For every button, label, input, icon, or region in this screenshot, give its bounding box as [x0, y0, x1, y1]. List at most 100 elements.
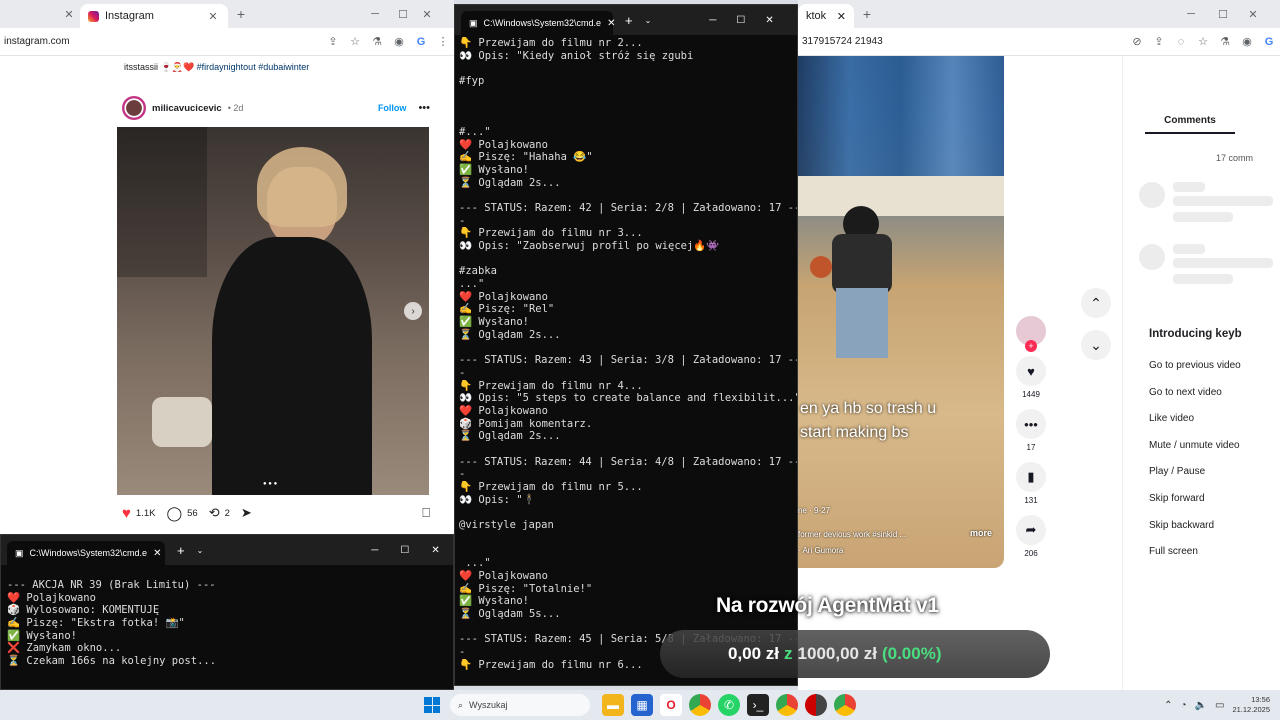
new-tab-icon[interactable]: +: [625, 13, 633, 28]
close-window-icon[interactable]: ✕: [1246, 7, 1260, 21]
chevron-down-icon[interactable]: ⌄: [645, 16, 652, 25]
cmd-main-tab[interactable]: ▣ C:\Windows\System32\cmd.e ✕: [461, 11, 615, 35]
clock[interactable]: 13:56 21.12.2025: [1232, 695, 1270, 715]
next-video-button[interactable]: ⌄: [1081, 330, 1111, 360]
shortcut-item: Go to next video: [1149, 386, 1222, 398]
video-player[interactable]: en ya hb so trash u start making bs ne ·…: [798, 56, 1004, 568]
close-tab-icon[interactable]: ✕: [206, 9, 220, 23]
shortcut-item: Go to previous video: [1149, 360, 1241, 371]
video-caption-line-1: en ya hb so trash u: [800, 400, 937, 417]
share-icon[interactable]: ➦: [1016, 515, 1046, 545]
battery-icon[interactable]: ▭: [1215, 700, 1224, 711]
new-tab-icon[interactable]: +: [860, 6, 874, 22]
follow-plus-icon[interactable]: +: [1025, 340, 1037, 352]
video-description: former devious work #sinkid ...: [798, 530, 907, 539]
minimize-icon[interactable]: ─: [368, 7, 382, 21]
hide-icon[interactable]: ◌: [1174, 35, 1188, 49]
share-action[interactable]: ➦ 206: [1016, 515, 1046, 558]
close-window-icon[interactable]: ✕: [431, 545, 439, 556]
post-image[interactable]: › ● ● ●: [117, 127, 429, 495]
whatsapp-icon[interactable]: ✆: [718, 694, 740, 716]
chrome-icon[interactable]: [776, 694, 798, 716]
terminal-icon[interactable]: ›_: [747, 694, 769, 716]
cmd-small-tab[interactable]: ▣ C:\Windows\System32\cmd.e ✕: [7, 541, 165, 565]
google-icon[interactable]: G: [1262, 35, 1276, 49]
install-icon[interactable]: ⇪: [326, 35, 340, 49]
heart-icon[interactable]: ♥: [1016, 356, 1046, 386]
wifi-icon[interactable]: ◔: [1181, 700, 1187, 711]
post-username[interactable]: milicavucicevic: [152, 103, 222, 114]
eye-off-icon[interactable]: ⊘: [1130, 35, 1144, 49]
tab-instagram[interactable]: Instagram ✕: [80, 4, 228, 28]
star-icon[interactable]: ☆: [1196, 35, 1210, 49]
repost-icon[interactable]: ⟲: [209, 505, 220, 521]
comments-panel: Comments 17 comm Introducing keyb Go to …: [1122, 56, 1280, 690]
close-window-icon[interactable]: ✕: [420, 7, 434, 21]
maximize-icon[interactable]: ☐: [400, 545, 409, 556]
avatar[interactable]: [122, 96, 146, 120]
star-icon[interactable]: ☆: [348, 35, 362, 49]
chevron-down-icon[interactable]: ⌄: [197, 546, 204, 555]
opera-icon[interactable]: O: [660, 694, 682, 716]
store-icon[interactable]: ▦: [631, 694, 653, 716]
chevron-up-icon[interactable]: ⌃: [1164, 700, 1172, 711]
save-action[interactable]: ▮ 131: [1016, 462, 1046, 505]
console-line: ❤️ Polajkowano: [459, 404, 548, 417]
chrome-profile-icon[interactable]: [805, 694, 827, 716]
speaker-icon[interactable]: 🔈: [1195, 700, 1207, 711]
next-image-icon[interactable]: ›: [404, 302, 422, 320]
google-icon[interactable]: G: [414, 35, 428, 49]
file-explorer-icon[interactable]: ▬: [602, 694, 624, 716]
more-link[interactable]: more: [970, 528, 992, 538]
close-tab-icon[interactable]: ✕: [62, 7, 76, 21]
maximize-icon[interactable]: ☐: [1216, 7, 1230, 21]
previous-video-button[interactable]: ⌃: [1081, 288, 1111, 318]
tab-comments[interactable]: Comments: [1145, 115, 1235, 134]
tab-tiktok[interactable]: ktok ✕: [798, 4, 854, 28]
cmd-window-small[interactable]: ▣ C:\Windows\System32\cmd.e ✕ + ⌄ ─ ☐ ✕ …: [0, 534, 454, 690]
terminal-icon: ▣: [15, 547, 24, 558]
url-text[interactable]: 317915724 21943: [802, 36, 1122, 47]
follow-button[interactable]: Follow: [378, 103, 407, 113]
url-text[interactable]: instagram.com: [4, 36, 318, 47]
extensions-icon[interactable]: ⚗: [1218, 35, 1232, 49]
comment-icon[interactable]: ◯: [166, 505, 182, 522]
cmd-window-main[interactable]: ▣ C:\Windows\System32\cmd.e ✕ + ⌄ ─ ☐ ✕ …: [454, 4, 798, 686]
heart-icon[interactable]: ♥: [122, 505, 131, 522]
comment-action[interactable]: ••• 17: [1016, 409, 1046, 452]
comment-icon[interactable]: •••: [1016, 409, 1046, 439]
extensions-icon[interactable]: ⚗: [370, 35, 384, 49]
console-line: #...": [459, 125, 491, 138]
maximize-icon[interactable]: ☐: [736, 15, 745, 26]
bookmark-icon[interactable]: ▮: [1016, 462, 1046, 492]
chrome-icon[interactable]: [689, 694, 711, 716]
profile-icon[interactable]: ◉: [1240, 35, 1254, 49]
new-tab-icon[interactable]: +: [177, 543, 185, 558]
cmd-small-output: --- AKCJA NR 39 (Brak Limitu) --- ❤️ Pola…: [1, 565, 453, 668]
creator-avatar[interactable]: +: [1016, 316, 1046, 352]
new-tab-icon[interactable]: +: [234, 6, 248, 22]
maximize-icon[interactable]: ☐: [396, 7, 410, 21]
close-tab-icon[interactable]: ✕: [607, 18, 615, 29]
minimize-icon[interactable]: ─: [709, 15, 716, 26]
like-action[interactable]: ♥ 1449: [1016, 356, 1046, 399]
close-window-icon[interactable]: ✕: [765, 15, 773, 26]
minimize-icon[interactable]: ─: [1184, 7, 1198, 21]
install-icon[interactable]: ⇪: [1152, 35, 1166, 49]
minimize-icon[interactable]: ─: [371, 545, 378, 556]
share-icon[interactable]: ➤: [241, 505, 252, 521]
bookmark-icon[interactable]: ⎕: [422, 505, 430, 521]
more-options-icon[interactable]: •••: [418, 102, 430, 114]
close-tab-icon[interactable]: ✕: [153, 548, 161, 559]
taskbar-search[interactable]: ⌕ Wyszukaj: [450, 694, 590, 716]
windows-start-icon[interactable]: [424, 697, 440, 713]
console-line: @virstyle japan: [459, 519, 554, 532]
menu-icon[interactable]: ⋮: [436, 35, 450, 49]
console-line: -: [459, 214, 466, 227]
profile-icon[interactable]: ◉: [392, 35, 406, 49]
chrome-icon[interactable]: [834, 694, 856, 716]
close-tab-icon[interactable]: ✕: [837, 10, 846, 23]
video-caption-line-2: start making bs: [800, 424, 909, 441]
